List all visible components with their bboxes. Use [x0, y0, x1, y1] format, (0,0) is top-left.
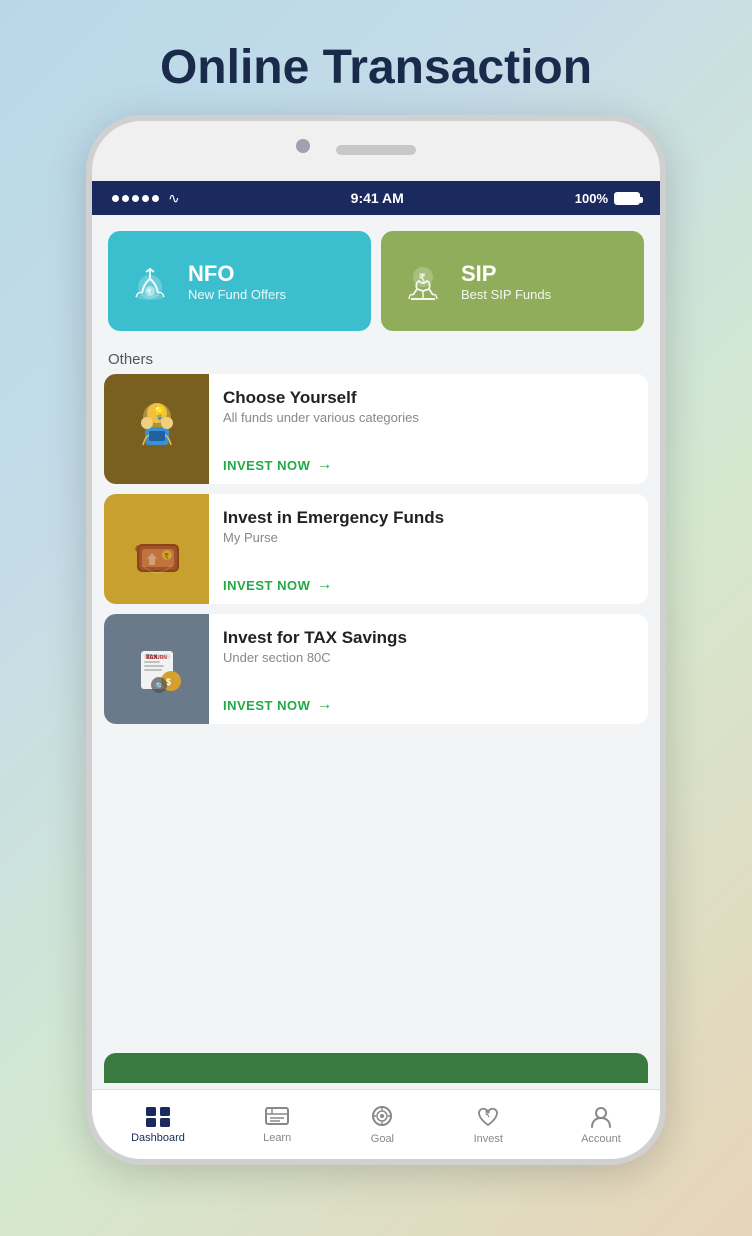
svg-text:₹: ₹: [164, 552, 169, 561]
battery-fill: [616, 194, 638, 203]
choose-yourself-subtitle: All funds under various categories: [223, 410, 634, 425]
arrow-icon-2: →: [316, 576, 333, 594]
tax-savings-subtitle: Under section 80C: [223, 650, 634, 665]
learn-label: Learn: [263, 1132, 291, 1144]
partial-card: [104, 1053, 648, 1083]
sip-subtitle: Best SIP Funds: [461, 287, 551, 302]
nfo-icon: ₹: [124, 255, 176, 307]
bottom-nav: Dashboard Learn: [92, 1089, 660, 1159]
signal-dot-5: [152, 195, 159, 202]
phone-frame: ∿ 9:41 AM 100% ₹: [86, 115, 666, 1165]
page-title: Online Transaction: [0, 40, 752, 95]
sip-icon: ₹: [397, 255, 449, 307]
front-camera: [296, 139, 310, 153]
signal-dot-3: [132, 195, 139, 202]
sip-card-text: SIP Best SIP Funds: [461, 261, 551, 302]
choose-yourself-title: Choose Yourself: [223, 388, 634, 408]
phone-speaker: [336, 145, 416, 155]
signal-indicator: ∿: [112, 190, 180, 207]
sip-card[interactable]: ₹ SIP Best SIP Funds: [381, 231, 644, 331]
choose-yourself-body: Choose Yourself All funds under various …: [209, 374, 648, 484]
emergency-funds-item[interactable]: ₹ Invest in Emergency Funds My Purse INV…: [104, 494, 648, 604]
emergency-funds-subtitle: My Purse: [223, 530, 634, 545]
goal-icon: [369, 1105, 395, 1129]
svg-text:🔍: 🔍: [155, 681, 165, 691]
invest-icon: ₹: [475, 1105, 501, 1129]
emergency-funds-title: Invest in Emergency Funds: [223, 508, 634, 528]
status-bar: ∿ 9:41 AM 100%: [92, 181, 660, 215]
invest-label: Invest: [474, 1133, 503, 1145]
signal-dot-4: [142, 195, 149, 202]
account-icon: [588, 1105, 614, 1129]
nav-learn[interactable]: Learn: [263, 1106, 291, 1144]
account-label: Account: [581, 1133, 621, 1145]
svg-text:₹: ₹: [485, 1110, 490, 1119]
nfo-card-text: NFO New Fund Offers: [188, 261, 286, 302]
battery-icon: [614, 192, 640, 205]
nav-goal[interactable]: Goal: [369, 1105, 395, 1145]
app-content: ₹ NFO New Fund Offers ₹: [92, 215, 660, 1159]
tax-savings-cta[interactable]: INVEST NOW →: [223, 696, 634, 714]
nav-account[interactable]: Account: [581, 1105, 621, 1145]
nav-invest[interactable]: ₹ Invest: [474, 1105, 503, 1145]
status-right: 100%: [575, 191, 640, 206]
arrow-icon: →: [316, 456, 333, 474]
emergency-funds-cta[interactable]: INVEST NOW →: [223, 576, 634, 594]
choose-yourself-image: 💡: [104, 374, 209, 484]
nfo-title: NFO: [188, 261, 286, 287]
status-time: 9:41 AM: [351, 190, 404, 206]
goal-label: Goal: [371, 1133, 394, 1145]
dashboard-label: Dashboard: [131, 1132, 185, 1144]
tax-savings-item[interactable]: TAX RETURN $ 🔍 Invest for TAX Savings: [104, 614, 648, 724]
arrow-icon-3: →: [316, 696, 333, 714]
sip-title: SIP: [461, 261, 551, 287]
tax-savings-image: TAX RETURN $ 🔍: [104, 614, 209, 724]
others-section-label: Others: [92, 341, 660, 374]
signal-dot-1: [112, 195, 119, 202]
emergency-funds-body: Invest in Emergency Funds My Purse INVES…: [209, 494, 648, 604]
svg-text:RETURN: RETURN: [146, 655, 167, 661]
nav-dashboard[interactable]: Dashboard: [131, 1106, 185, 1144]
choose-yourself-item[interactable]: 💡 Choose Yourself All funds under variou…: [104, 374, 648, 484]
signal-dot-2: [122, 195, 129, 202]
nfo-subtitle: New Fund Offers: [188, 287, 286, 302]
tax-savings-body: Invest for TAX Savings Under section 80C…: [209, 614, 648, 724]
nfo-card[interactable]: ₹ NFO New Fund Offers: [108, 231, 371, 331]
learn-icon: [264, 1106, 290, 1128]
dashboard-icon: [145, 1106, 171, 1128]
battery-percentage: 100%: [575, 191, 608, 206]
tax-savings-title: Invest for TAX Savings: [223, 628, 634, 648]
page-title-area: Online Transaction: [0, 0, 752, 115]
wifi-icon: ∿: [168, 190, 180, 207]
emergency-funds-image: ₹: [104, 494, 209, 604]
phone-top-bezel: [92, 121, 660, 181]
choose-yourself-cta[interactable]: INVEST NOW →: [223, 456, 634, 474]
top-cards-section: ₹ NFO New Fund Offers ₹: [92, 215, 660, 341]
list-items-container: 💡 Choose Yourself All funds under variou…: [92, 374, 660, 1053]
